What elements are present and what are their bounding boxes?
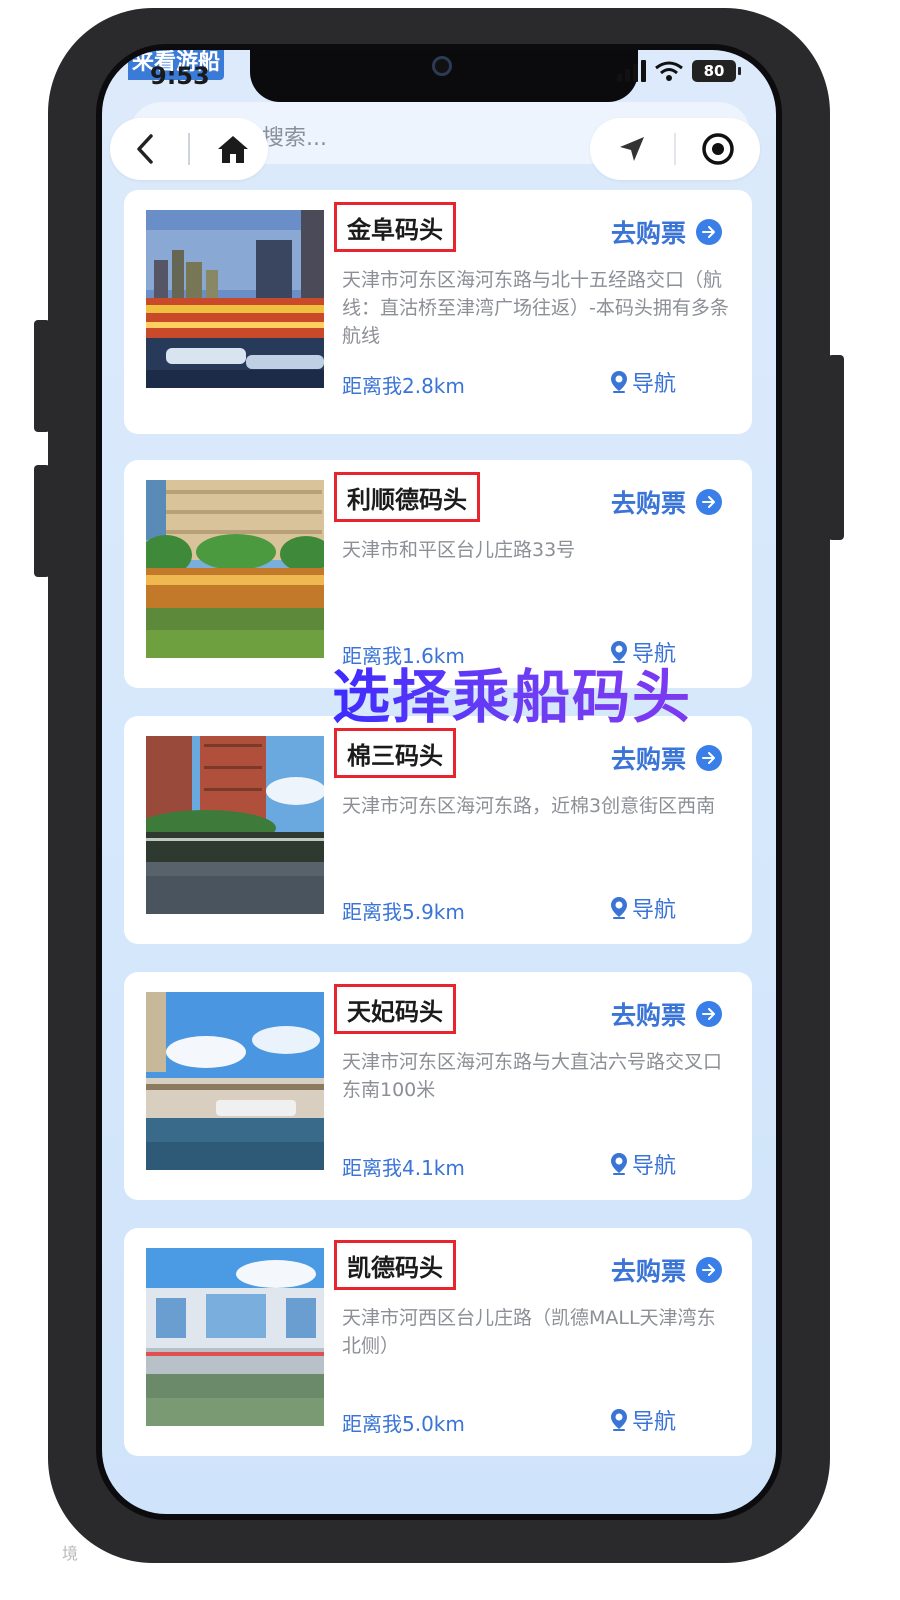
buy-ticket-label: 去购票 [610,219,686,248]
arrow-right-icon [696,745,722,771]
pier-address: 天津市河东区海河东路与大直沽六号路交叉口东南100米 [342,1051,723,1101]
navigate-button[interactable]: 导航 [610,366,676,398]
wifi-icon [655,61,683,81]
pier-name: 利顺德码头 [347,485,467,514]
arrow-right-icon [696,489,722,515]
pier-card[interactable]: 金阜码头 去购票 天津市河东区海河东路与北十五经路交口（航线：直沽桥至津湾广场往… [124,190,752,434]
home-button[interactable] [198,118,268,180]
target-circle-icon [702,133,734,165]
camera-icon [432,56,452,76]
pier-name-highlight: 利顺德码头 [334,472,480,522]
pier-name: 凯德码头 [347,1253,443,1282]
pier-name-highlight: 金阜码头 [334,202,456,252]
pier-photo [146,1248,324,1426]
location-arrow-icon [620,137,644,161]
buy-ticket-button[interactable]: 去购票 [611,1252,722,1288]
phone-screen: 搜索... 来看游船 9:53 80 金阜码头 去购票 天津市河东区海河东路与北… [96,44,782,1520]
navigate-label: 导航 [632,372,677,397]
pier-name: 金阜码头 [347,215,443,244]
map-pin-icon [611,1409,627,1431]
nav-capsule [110,118,268,180]
pier-card[interactable]: 棉三码头 去购票 天津市河东区海河东路，近棉3创意街区西南 距离我5.9km 导… [124,716,752,944]
navigate-label: 导航 [632,1410,677,1435]
watermark: 境 [62,1544,79,1563]
signal-icon [617,60,646,82]
pier-photo [146,736,324,914]
navigate-button[interactable]: 导航 [610,892,676,924]
map-pin-icon [611,371,627,393]
pier-name-highlight: 天妃码头 [334,984,456,1034]
pier-distance: 距离我4.1km [342,1156,465,1180]
back-button[interactable] [110,118,180,180]
navigate-label: 导航 [632,898,677,923]
pier-card[interactable]: 凯德码头 去购票 天津市河西区台儿庄路（凯德MALL天津湾东北侧） 距离我5.0… [124,1228,752,1456]
pier-card[interactable]: 天妃码头 去购票 天津市河东区海河东路与大直沽六号路交叉口东南100米 距离我4… [124,972,752,1200]
pier-photo [146,210,324,388]
buy-ticket-button[interactable]: 去购票 [611,214,722,250]
navigate-button[interactable]: 导航 [610,1404,676,1436]
menu-capsule [590,118,760,180]
pier-name-highlight: 棉三码头 [334,728,456,778]
pier-photo [146,992,324,1170]
buy-ticket-button[interactable]: 去购票 [611,996,722,1032]
pier-address: 天津市河东区海河东路与北十五经路交口（航线：直沽桥至津湾广场往返）-本码头拥有多… [342,269,729,347]
buy-ticket-label: 去购票 [610,1001,686,1030]
map-pin-icon [611,1153,627,1175]
buy-ticket-label: 去购票 [610,489,686,518]
navigate-button[interactable]: 导航 [610,1148,676,1180]
pier-name: 天妃码头 [347,997,443,1026]
power-button [828,355,844,540]
pier-name-highlight: 凯德码头 [334,1240,456,1290]
status-time: 9:53 [150,62,210,90]
buy-ticket-button[interactable]: 去购票 [611,484,722,520]
pier-distance: 距离我2.8km [342,374,465,398]
buy-ticket-label: 去购票 [610,745,686,774]
search-placeholder: 搜索... [262,126,327,151]
map-pin-icon [611,897,627,919]
pier-name: 棉三码头 [347,741,443,770]
pier-address: 天津市和平区台儿庄路33号 [342,539,576,561]
arrow-right-icon [696,219,722,245]
pier-photo [146,480,324,658]
battery-icon: 80 [692,60,741,82]
pier-address: 天津市河东区海河东路，近棉3创意街区西南 [342,795,716,817]
navigate-label: 导航 [632,1154,677,1179]
home-icon [218,136,248,163]
close-miniprogram-button[interactable] [676,118,760,180]
status-indicators: 80 [617,60,741,82]
pier-distance: 距离我5.9km [342,900,465,924]
arrow-right-icon [696,1257,722,1283]
camera-notch [250,50,638,102]
pier-address: 天津市河西区台儿庄路（凯德MALL天津湾东北侧） [342,1307,716,1357]
arrow-right-icon [696,1001,722,1027]
capsule-divider [188,133,190,165]
overlay-caption: 选择乘船码头 [332,650,692,734]
buy-ticket-label: 去购票 [610,1257,686,1286]
location-button[interactable] [590,118,674,180]
pier-distance: 距离我5.0km [342,1412,465,1436]
back-icon [137,134,153,164]
buy-ticket-button[interactable]: 去购票 [611,740,722,776]
